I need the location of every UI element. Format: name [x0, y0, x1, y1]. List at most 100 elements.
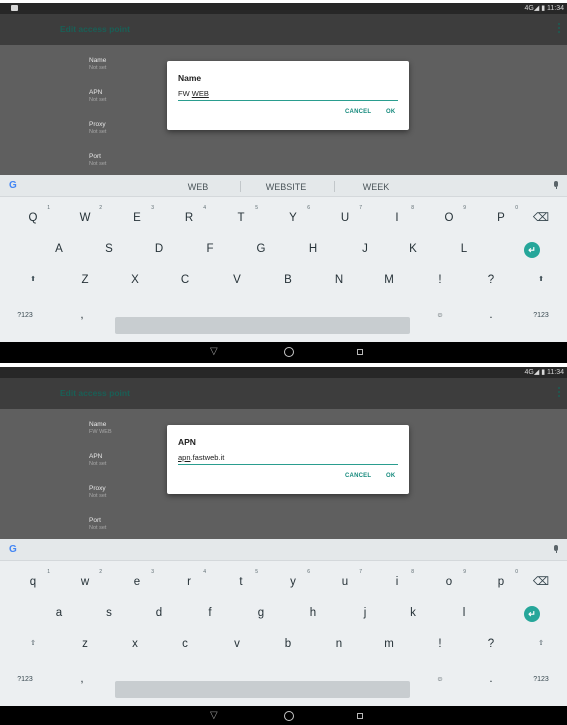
key-c[interactable]: c [160, 628, 210, 660]
home-icon[interactable] [284, 711, 294, 721]
shift-key-right[interactable]: ⬆ [516, 264, 566, 296]
key-i[interactable]: i8 [372, 566, 422, 598]
key-j[interactable]: J [340, 233, 390, 265]
key-l[interactable]: L [439, 233, 489, 265]
key-exclamation[interactable]: ! [415, 628, 465, 660]
key-u[interactable]: u7 [320, 566, 370, 598]
shift-key-right[interactable]: ⇧ [516, 628, 566, 660]
key-h[interactable]: H [288, 233, 338, 265]
key-k[interactable]: K [388, 233, 438, 265]
pref-apn[interactable]: APN Not set [89, 453, 106, 468]
key-f[interactable]: F [185, 233, 235, 265]
key-y[interactable]: y6 [268, 566, 318, 598]
suggestion-item[interactable]: WEBSITE [246, 182, 326, 192]
recents-icon[interactable] [357, 713, 363, 719]
key-question[interactable]: ? [466, 628, 516, 660]
emoji-key[interactable]: ☺ [415, 671, 465, 688]
key-n[interactable]: n [314, 628, 364, 660]
key-v[interactable]: v [212, 628, 262, 660]
microphone-icon[interactable] [554, 545, 558, 553]
overflow-menu-icon[interactable] [558, 23, 561, 35]
key-f[interactable]: f [185, 597, 235, 629]
key-question[interactable]: ? [466, 264, 516, 296]
key-s[interactable]: S [84, 233, 134, 265]
key-m[interactable]: m [364, 628, 414, 660]
key-x[interactable]: x [110, 628, 160, 660]
key-z[interactable]: z [60, 628, 110, 660]
back-icon[interactable]: ▽ [210, 710, 218, 721]
suggestion-item[interactable]: WEB [158, 182, 238, 192]
symbols-key[interactable]: ?123 [0, 307, 50, 324]
enter-key[interactable]: ↵ [524, 242, 540, 258]
key-u[interactable]: U7 [320, 202, 370, 234]
pref-name[interactable]: Name Not set [89, 57, 106, 72]
space-key[interactable] [115, 681, 410, 698]
overflow-menu-icon[interactable] [558, 387, 561, 399]
ok-button[interactable]: OK [386, 473, 395, 479]
key-q[interactable]: Q1 [8, 202, 58, 234]
key-t[interactable]: T5 [216, 202, 266, 234]
google-icon[interactable]: G [9, 180, 17, 191]
key-e[interactable]: e3 [112, 566, 162, 598]
key-b[interactable]: b [263, 628, 313, 660]
key-k[interactable]: k [388, 597, 438, 629]
pref-proxy[interactable]: Proxy Not set [89, 121, 106, 136]
key-m[interactable]: M [364, 264, 414, 296]
key-v[interactable]: V [212, 264, 262, 296]
symbols-key-right[interactable]: ?123 [516, 671, 566, 688]
apn-input[interactable]: apn.fastweb.it [178, 453, 398, 465]
shift-key[interactable]: ⇧ [8, 628, 58, 660]
key-exclamation[interactable]: ! [415, 264, 465, 296]
key-z[interactable]: Z [60, 264, 110, 296]
key-i[interactable]: I8 [372, 202, 422, 234]
enter-key[interactable]: ↵ [524, 606, 540, 622]
backspace-key[interactable]: ⌫ [516, 566, 566, 598]
key-g[interactable]: G [236, 233, 286, 265]
pref-name[interactable]: Name FW WEB [89, 421, 112, 436]
key-r[interactable]: r4 [164, 566, 214, 598]
suggestion-item[interactable]: WEEK [336, 182, 416, 192]
period-key[interactable]: . [466, 671, 516, 688]
key-a[interactable]: A [34, 233, 84, 265]
key-d[interactable]: d [134, 597, 184, 629]
space-key[interactable] [115, 317, 410, 334]
key-d[interactable]: D [134, 233, 184, 265]
key-o[interactable]: o9 [424, 566, 474, 598]
shift-key[interactable]: ⬆ [8, 264, 58, 296]
key-b[interactable]: B [263, 264, 313, 296]
pref-apn[interactable]: APN Not set [89, 89, 106, 104]
key-s[interactable]: s [84, 597, 134, 629]
key-y[interactable]: Y6 [268, 202, 318, 234]
recents-icon[interactable] [357, 349, 363, 355]
google-icon[interactable]: G [9, 544, 17, 555]
key-j[interactable]: j [340, 597, 390, 629]
pref-port[interactable]: Port Not set [89, 153, 106, 168]
cancel-button[interactable]: CANCEL [345, 473, 371, 479]
key-q[interactable]: q1 [8, 566, 58, 598]
pref-port[interactable]: Port Not set [89, 517, 106, 532]
key-c[interactable]: C [160, 264, 210, 296]
key-t[interactable]: t5 [216, 566, 266, 598]
key-g[interactable]: g [236, 597, 286, 629]
key-n[interactable]: N [314, 264, 364, 296]
key-e[interactable]: E3 [112, 202, 162, 234]
home-icon[interactable] [284, 347, 294, 357]
comma-key[interactable]: , [57, 307, 107, 324]
key-w[interactable]: W2 [60, 202, 110, 234]
symbols-key[interactable]: ?123 [0, 671, 50, 688]
backspace-key[interactable]: ⌫ [516, 202, 566, 234]
ok-button[interactable]: OK [386, 109, 395, 115]
key-w[interactable]: w2 [60, 566, 110, 598]
key-o[interactable]: O9 [424, 202, 474, 234]
back-icon[interactable]: ▽ [210, 346, 218, 357]
pref-proxy[interactable]: Proxy Not set [89, 485, 106, 500]
emoji-key[interactable]: ☺ [415, 307, 465, 324]
key-x[interactable]: X [110, 264, 160, 296]
key-a[interactable]: a [34, 597, 84, 629]
cancel-button[interactable]: CANCEL [345, 109, 371, 115]
period-key[interactable]: . [466, 307, 516, 324]
comma-key[interactable]: , [57, 671, 107, 688]
key-h[interactable]: h [288, 597, 338, 629]
key-l[interactable]: l [439, 597, 489, 629]
name-input[interactable]: FW WEB [178, 89, 398, 101]
